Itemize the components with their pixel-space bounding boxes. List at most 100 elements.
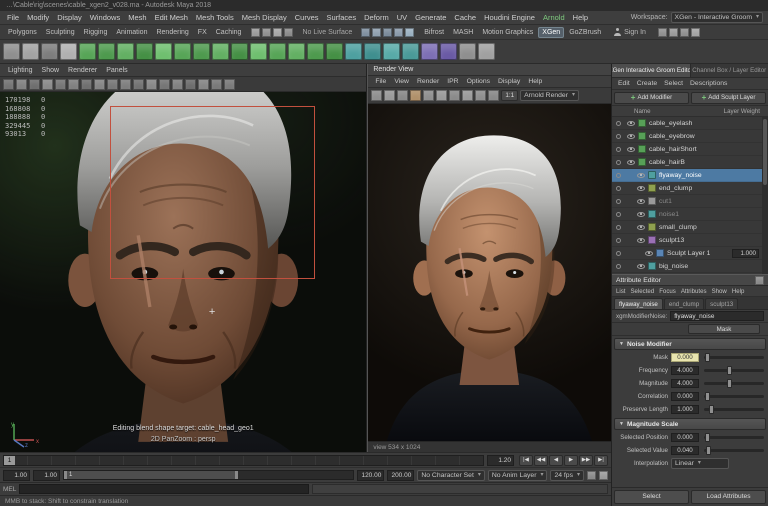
shelf-icon[interactable] — [155, 43, 172, 60]
ae-node-tab[interactable]: end_clump — [664, 298, 704, 309]
xgen-menu-item[interactable]: Edit — [615, 80, 633, 87]
add-modifier-button[interactable]: Add Modifier — [614, 92, 689, 104]
menu-item[interactable]: Deform — [360, 13, 393, 22]
visibility-eye-icon[interactable] — [637, 186, 645, 191]
display-toggle-icon[interactable] — [616, 225, 621, 230]
slider-thumb[interactable] — [709, 405, 714, 414]
menu-item[interactable]: File — [3, 13, 23, 22]
display-toggle-icon[interactable] — [616, 251, 621, 256]
attribute-slider[interactable] — [704, 395, 764, 398]
load-attributes-button[interactable]: Load Attributes — [691, 490, 766, 504]
ae-menu-item[interactable]: List — [614, 288, 627, 295]
tab-channel-box[interactable]: Channel Box / Layer Editor — [691, 64, 768, 77]
menu-item[interactable]: UV — [393, 13, 411, 22]
visibility-eye-icon[interactable] — [627, 134, 635, 139]
shelf-icon[interactable] — [212, 43, 229, 60]
viewport-toolbar-icon[interactable] — [120, 79, 131, 90]
transport-button[interactable]: ▶▶ — [579, 455, 593, 466]
viewport-toolbar-icon[interactable] — [94, 79, 105, 90]
ae-pin-icon[interactable] — [755, 276, 764, 285]
anim-end-field[interactable]: 200.00 — [387, 470, 414, 481]
shelf-icon[interactable] — [383, 43, 400, 60]
shelf-tab[interactable]: Rigging — [80, 27, 112, 38]
shelf-tab[interactable]: GoZBrush — [565, 27, 605, 38]
playback-prefs-icon[interactable] — [599, 471, 608, 480]
render-toolbar-icon[interactable] — [436, 90, 447, 101]
tree-row[interactable]: cut1 — [612, 195, 768, 208]
shelf-icon[interactable] — [41, 43, 58, 60]
command-language-label[interactable]: MEL — [3, 486, 16, 493]
selected-value-slider[interactable] — [704, 449, 764, 452]
section-noise-modifier[interactable]: Noise Modifier — [614, 338, 766, 350]
slider-thumb[interactable] — [705, 392, 710, 401]
selection-mask-icon[interactable] — [273, 28, 282, 37]
render-icon[interactable] — [669, 28, 678, 37]
selection-mask-icon[interactable] — [262, 28, 271, 37]
shelf-tab[interactable]: FX — [194, 27, 211, 38]
viewport-toolbar-icon[interactable] — [224, 79, 235, 90]
snap-icon[interactable] — [394, 28, 403, 37]
shelf-tab[interactable]: Caching — [212, 27, 246, 38]
mask-button[interactable]: Mask — [688, 324, 760, 334]
shelf-icon[interactable] — [364, 43, 381, 60]
time-slider[interactable]: 1 — [3, 455, 484, 466]
shelf-icon[interactable] — [459, 43, 476, 60]
render-toolbar-icon[interactable] — [449, 90, 460, 101]
display-toggle-icon[interactable] — [616, 264, 621, 269]
layer-weight-field[interactable]: 1.000 — [732, 249, 759, 258]
tree-row[interactable]: end_clump — [612, 182, 768, 195]
tree-row[interactable]: cable_hairShort — [612, 143, 768, 156]
attribute-slider[interactable] — [704, 369, 764, 372]
viewport-toolbar-icon[interactable] — [55, 79, 66, 90]
render-icon[interactable] — [658, 28, 667, 37]
menu-item[interactable]: Mesh Tools — [192, 13, 238, 22]
render-view-menu-item[interactable]: Options — [463, 78, 494, 85]
zoom-1to1-button[interactable]: 1:1 — [501, 90, 518, 101]
visibility-eye-icon[interactable] — [637, 173, 645, 178]
viewport-toolbar-icon[interactable] — [159, 79, 170, 90]
shelf-tab[interactable]: Sculpting — [42, 27, 79, 38]
tree-row[interactable]: sculpt13 — [612, 234, 768, 247]
menu-item[interactable]: Help — [569, 13, 592, 22]
render-toolbar-icon[interactable] — [410, 90, 421, 101]
visibility-eye-icon[interactable] — [627, 160, 635, 165]
display-toggle-icon[interactable] — [616, 173, 621, 178]
transport-button[interactable]: ◀ — [549, 455, 563, 466]
selection-mask-icon[interactable] — [284, 28, 293, 37]
attribute-value-field[interactable]: 0.000 — [671, 353, 699, 362]
shelf-tab[interactable]: Rendering — [152, 27, 192, 38]
add-sculpt-layer-button[interactable]: Add Sculpt Layer — [691, 92, 766, 104]
visibility-eye-icon[interactable] — [627, 121, 635, 126]
snap-icon[interactable] — [372, 28, 381, 37]
render-toolbar-icon[interactable] — [384, 90, 395, 101]
tree-row[interactable]: small_clump — [612, 221, 768, 234]
ae-node-tab[interactable]: sculpt13 — [705, 298, 738, 309]
render-toolbar-icon[interactable] — [488, 90, 499, 101]
current-frame-field[interactable]: 1.20 — [487, 455, 514, 466]
ae-menu-item[interactable]: Show — [710, 288, 729, 295]
render-canvas[interactable] — [368, 104, 611, 441]
selected-position-field[interactable]: 0.000 — [671, 433, 699, 442]
viewport-canvas[interactable]: 1701980168808018888803294450930130 Editi… — [0, 92, 366, 452]
playback-start-field[interactable]: 1.00 — [33, 470, 60, 481]
attribute-value-field[interactable]: 4.000 — [671, 366, 699, 375]
shelf-tab[interactable]: Motion Graphics — [478, 27, 537, 38]
viewport-toolbar-icon[interactable] — [198, 79, 209, 90]
shelf-tab[interactable]: Animation — [112, 27, 151, 38]
viewport-toolbar-icon[interactable] — [3, 79, 14, 90]
menu-item[interactable]: Houdini Engine — [480, 13, 539, 22]
menu-item[interactable]: Display — [53, 13, 86, 22]
node-name-field[interactable]: flyaway_noise — [670, 311, 764, 321]
viewport-toolbar-icon[interactable] — [81, 79, 92, 90]
tree-row[interactable]: cable_eyelash — [612, 117, 768, 130]
render-view-menu-item[interactable]: Help — [524, 78, 546, 85]
attribute-value-field[interactable]: 0.000 — [671, 392, 699, 401]
display-toggle-icon[interactable] — [616, 199, 621, 204]
menu-item[interactable]: Edit Mesh — [151, 13, 192, 22]
snap-icon[interactable] — [361, 28, 370, 37]
viewport-menu-item[interactable]: Renderer — [64, 67, 101, 74]
range-slider-handle[interactable]: 1 — [64, 471, 238, 479]
tree-scrollbar[interactable] — [762, 117, 768, 274]
ae-menu-item[interactable]: Selected — [628, 288, 656, 295]
shelf-icon[interactable] — [307, 43, 324, 60]
